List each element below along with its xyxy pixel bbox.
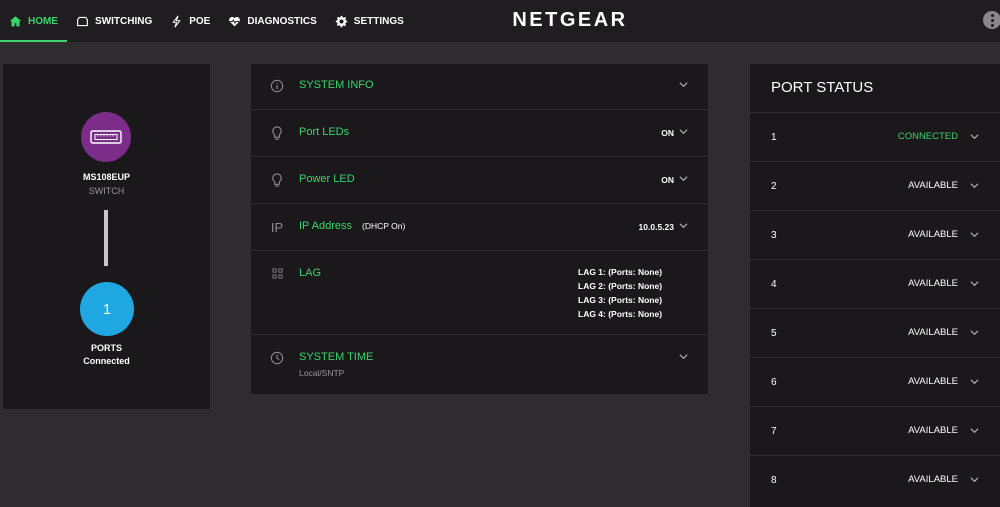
- port-state: AVAILABLE: [908, 327, 958, 338]
- top-nav-bar: HOME SWITCHING POE DIAGNOSTICS SETTINGS …: [0, 0, 1000, 42]
- ports-count-badge[interactable]: 1: [80, 282, 134, 336]
- lag-row[interactable]: LAG LAG 1: (Ports: None) LAG 2: (Ports: …: [251, 251, 708, 335]
- port-status-panel: PORT STATUS 1 CONNECTED 2 AVAILABLE 3 AV…: [750, 64, 1000, 507]
- nav-home[interactable]: HOME: [0, 0, 67, 42]
- system-time-sub: Local/SNTP: [299, 368, 345, 378]
- nav-settings[interactable]: SETTINGS: [326, 0, 413, 42]
- nav-diagnostics-label: DIAGNOSTICS: [247, 15, 317, 27]
- system-info-row[interactable]: SYSTEM INFO: [251, 64, 708, 110]
- chevron-down-icon[interactable]: [970, 475, 979, 484]
- port-state: AVAILABLE: [908, 180, 958, 191]
- netgear-logo: NETGEAR: [512, 9, 628, 31]
- port-number: 6: [771, 377, 777, 388]
- lag-entry: LAG 3: (Ports: None): [578, 295, 663, 305]
- connector-line: [104, 210, 108, 266]
- device-panel: MS108EUP SWITCH 1 PORTS Connected: [3, 64, 210, 409]
- port-leds-label: Port LEDs: [299, 126, 350, 138]
- ip-address-label: IP Address: [299, 220, 352, 232]
- more-menu-icon[interactable]: [983, 11, 1000, 29]
- nav-switching-label: SWITCHING: [95, 15, 153, 27]
- port-leds-value: ON: [661, 128, 674, 138]
- lag-label: LAG: [299, 267, 322, 279]
- port-row[interactable]: 4 AVAILABLE: [750, 259, 1000, 308]
- port-number: 4: [771, 279, 777, 290]
- ip-icon: IP: [270, 219, 284, 235]
- lag-list: LAG 1: (Ports: None) LAG 2: (Ports: None…: [578, 265, 662, 321]
- main-nav: HOME SWITCHING POE DIAGNOSTICS SETTINGS: [0, 0, 413, 42]
- nav-poe[interactable]: POE: [161, 0, 219, 42]
- port-state: AVAILABLE: [908, 376, 958, 387]
- port-state: AVAILABLE: [908, 229, 958, 240]
- chevron-down-icon[interactable]: [679, 127, 688, 136]
- port-row[interactable]: 7 AVAILABLE: [750, 406, 1000, 455]
- port-row[interactable]: 5 AVAILABLE: [750, 308, 1000, 357]
- chevron-down-icon[interactable]: [679, 174, 688, 183]
- switch-icon: [77, 16, 88, 26]
- system-time-label: SYSTEM TIME: [299, 351, 374, 363]
- lag-entry: LAG 4: (Ports: None): [578, 309, 663, 319]
- port-row[interactable]: 1 CONNECTED: [750, 112, 1000, 161]
- nav-settings-label: SETTINGS: [353, 15, 404, 27]
- bolt-icon: [172, 15, 181, 27]
- port-leds-row[interactable]: Port LEDs ON: [251, 110, 708, 157]
- clock-icon: [269, 350, 285, 366]
- nav-diagnostics[interactable]: DIAGNOSTICS: [219, 0, 325, 42]
- system-time-row[interactable]: SYSTEM TIME Local/SNTP: [251, 335, 708, 394]
- ip-address-row[interactable]: IP IP Address (DHCP On) 10.0.5.23: [251, 204, 708, 251]
- port-number: 5: [771, 328, 777, 339]
- port-number: 7: [771, 426, 777, 437]
- power-led-row[interactable]: Power LED ON: [251, 157, 708, 204]
- chevron-down-icon[interactable]: [679, 221, 688, 230]
- system-info-label: SYSTEM INFO: [299, 79, 374, 91]
- ip-address-value: 10.0.5.23: [638, 222, 674, 232]
- port-state: AVAILABLE: [908, 278, 958, 289]
- chevron-down-icon[interactable]: [970, 230, 979, 239]
- ip-address-label-wrap: IP Address (DHCP On): [299, 220, 405, 232]
- nav-poe-label: POE: [189, 15, 211, 27]
- system-info-panel: SYSTEM INFO Port LEDs ON Power LED ON IP…: [251, 64, 708, 394]
- nav-home-label: HOME: [28, 15, 58, 27]
- chevron-down-icon[interactable]: [970, 132, 979, 141]
- port-number: 3: [771, 230, 777, 241]
- home-icon: [9, 15, 22, 26]
- power-led-value: ON: [661, 175, 674, 185]
- power-led-label: Power LED: [299, 173, 355, 185]
- nav-switching[interactable]: SWITCHING: [67, 0, 161, 42]
- device-model: MS108EUP: [82, 172, 131, 182]
- info-icon: [269, 78, 285, 94]
- chevron-down-icon[interactable]: [970, 426, 979, 435]
- port-row[interactable]: 2 AVAILABLE: [750, 161, 1000, 210]
- port-row[interactable]: 6 AVAILABLE: [750, 357, 1000, 406]
- lag-entry: LAG 2: (Ports: None): [578, 281, 663, 291]
- bulb-icon: [269, 172, 285, 188]
- switch-device-icon: [81, 112, 131, 162]
- port-status-title: PORT STATUS: [771, 79, 874, 96]
- chevron-down-icon[interactable]: [970, 328, 979, 337]
- heart-pulse-icon: [229, 16, 241, 26]
- port-state: CONNECTED: [897, 131, 958, 142]
- port-state: AVAILABLE: [908, 425, 958, 436]
- device-type: SWITCH: [88, 186, 125, 196]
- port-number: 8: [771, 475, 777, 486]
- chevron-down-icon[interactable]: [970, 377, 979, 386]
- chevron-down-icon[interactable]: [679, 80, 688, 89]
- chevron-down-icon[interactable]: [679, 352, 688, 361]
- port-row[interactable]: 3 AVAILABLE: [750, 210, 1000, 259]
- dhcp-status: (DHCP On): [362, 221, 406, 231]
- lag-entry: LAG 1: (Ports: None): [578, 267, 663, 277]
- bulb-icon: [269, 125, 285, 141]
- port-number: 2: [771, 181, 777, 192]
- lag-icon: [269, 265, 285, 281]
- chevron-down-icon[interactable]: [970, 279, 979, 288]
- port-number: 1: [771, 132, 777, 143]
- ports-label: PORTS: [90, 343, 122, 353]
- gear-icon: [335, 15, 347, 27]
- port-state: AVAILABLE: [908, 474, 958, 485]
- port-row[interactable]: 8 AVAILABLE: [750, 455, 1000, 507]
- chevron-down-icon[interactable]: [970, 181, 979, 190]
- ports-status: Connected: [83, 356, 130, 366]
